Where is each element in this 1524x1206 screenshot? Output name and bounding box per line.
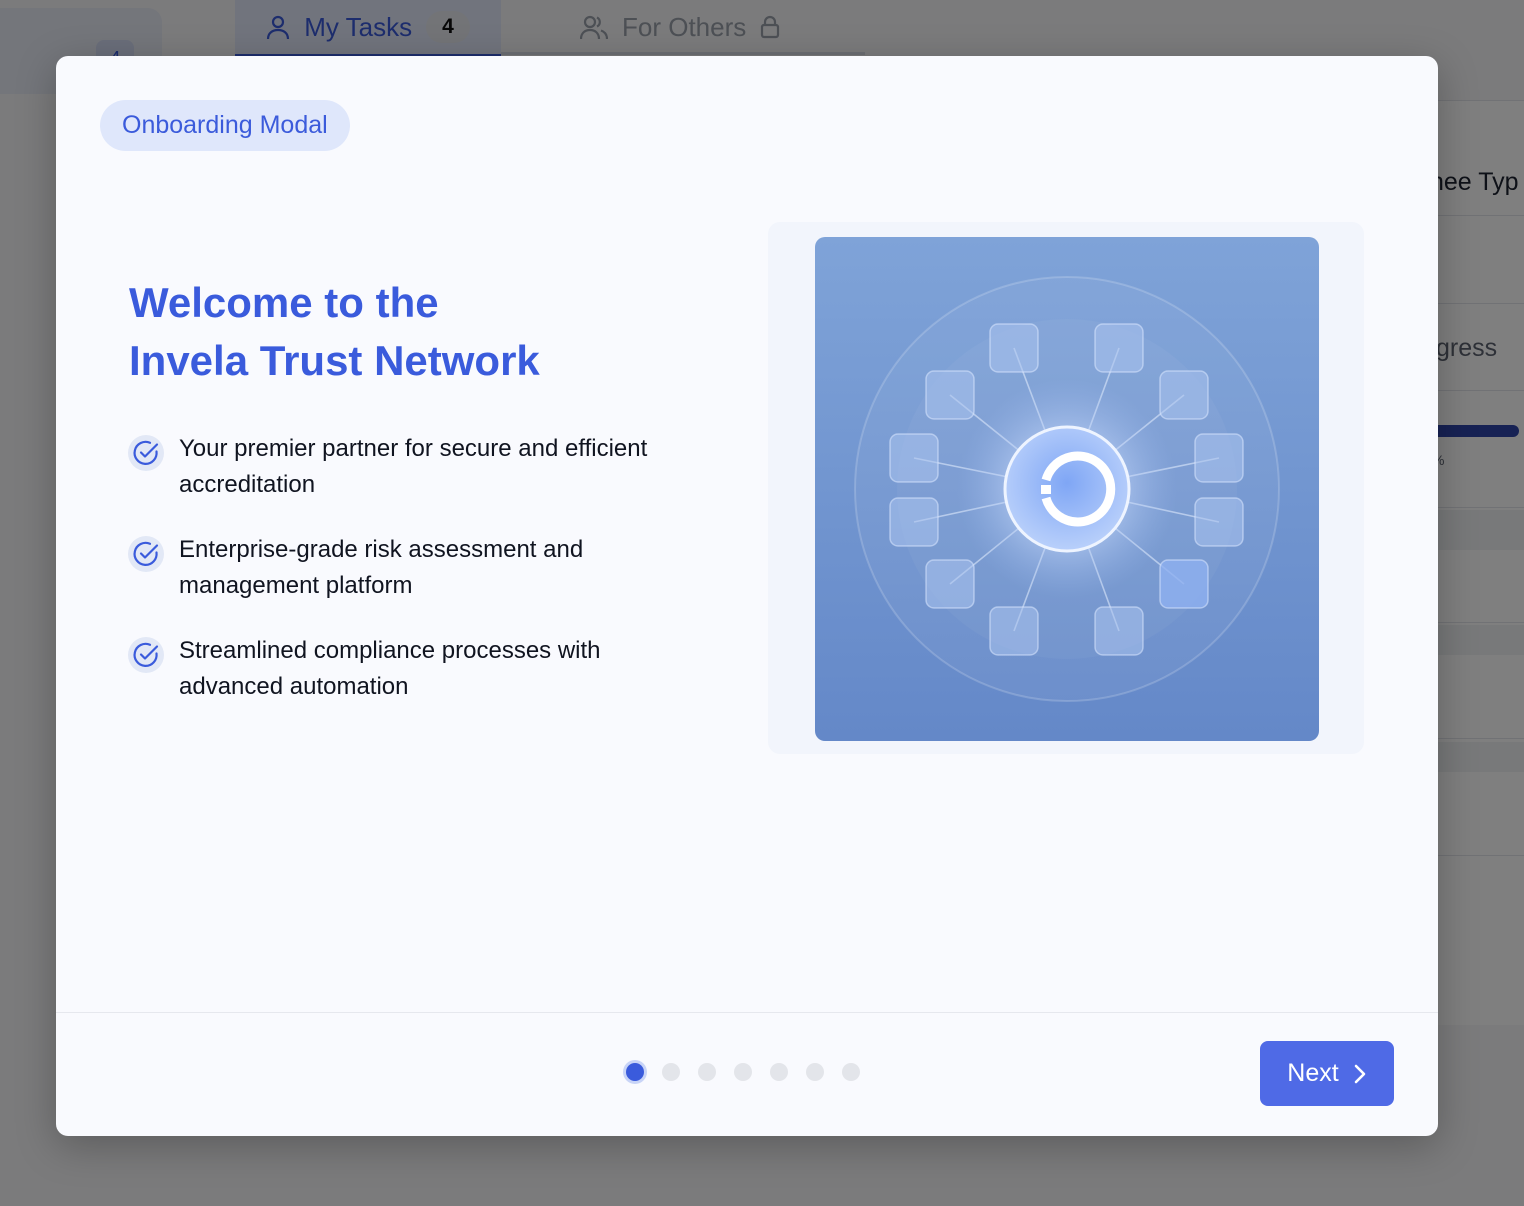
- pagination-dot-7[interactable]: [842, 1063, 860, 1081]
- check-circle-icon: [128, 637, 164, 673]
- check-circle-icon: [128, 435, 164, 471]
- feature-text-line-2: accreditation: [179, 471, 316, 498]
- network-illustration: [815, 237, 1319, 741]
- check-circle-icon: [128, 536, 164, 572]
- pagination-dot-6[interactable]: [806, 1063, 824, 1081]
- modal-footer-divider: [56, 1012, 1438, 1013]
- modal-label-pill: Onboarding Modal: [100, 100, 350, 151]
- modal-title-line-2: Invela Trust Network: [129, 337, 540, 384]
- pagination-dot-2[interactable]: [662, 1063, 680, 1081]
- network-hub-icon: [815, 237, 1319, 741]
- next-button-label: Next: [1287, 1059, 1339, 1087]
- feature-text-line-1: Streamlined compliance processes with: [179, 637, 601, 664]
- pagination-dots: [626, 1063, 878, 1081]
- feature-text-line-2: management platform: [179, 572, 413, 599]
- next-button[interactable]: Next: [1260, 1041, 1394, 1106]
- feature-text-line-1: Enterprise-grade risk assessment and: [179, 536, 584, 563]
- pagination-dot-1[interactable]: [626, 1063, 644, 1081]
- onboarding-modal: Onboarding Modal Welcome to the Invela T…: [56, 56, 1438, 1136]
- feature-list: Your premier partner for secure and effi…: [128, 431, 728, 734]
- chevron-right-icon: [1354, 1064, 1366, 1083]
- pagination-dot-4[interactable]: [734, 1063, 752, 1081]
- feature-item: Your premier partner for secure and effi…: [128, 431, 728, 503]
- feature-item: Enterprise-grade risk assessment and man…: [128, 532, 728, 604]
- feature-text-line-2: advanced automation: [179, 673, 409, 700]
- modal-title: Welcome to the Invela Trust Network: [129, 274, 540, 390]
- feature-text-line-1: Your premier partner for secure and effi…: [179, 435, 648, 462]
- modal-title-line-1: Welcome to the: [129, 279, 439, 326]
- pagination-dot-5[interactable]: [770, 1063, 788, 1081]
- feature-item: Streamlined compliance processes with ad…: [128, 633, 728, 705]
- pagination-dot-3[interactable]: [698, 1063, 716, 1081]
- illustration-panel: [768, 222, 1364, 754]
